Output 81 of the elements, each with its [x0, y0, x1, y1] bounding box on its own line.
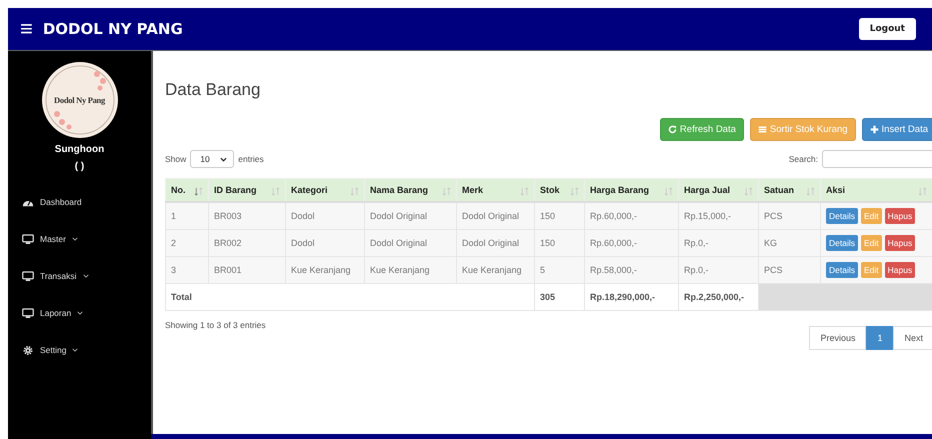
- column-header[interactable]: Satuan: [758, 178, 820, 202]
- monitor-icon: [22, 234, 34, 244]
- logo-text: Dodol Ny Pang: [54, 95, 105, 105]
- caret-icon: [77, 311, 84, 315]
- sidebar-item[interactable]: Transaksi: [22, 269, 151, 283]
- table-info: Showing 1 to 3 of 3 entries: [165, 320, 266, 330]
- table-cell: 3: [166, 256, 208, 284]
- column-header[interactable]: Aksi: [820, 178, 932, 202]
- page-button[interactable]: 1: [866, 326, 894, 350]
- entries-label: entries: [238, 154, 264, 164]
- table-cell: Dodol Original: [456, 202, 534, 230]
- details-button[interactable]: Details: [826, 208, 858, 224]
- table-cell: 150: [534, 202, 584, 230]
- column-header[interactable]: Nama Barang: [364, 178, 456, 202]
- gear-icon: [22, 344, 34, 356]
- page-button[interactable]: Previous: [809, 326, 866, 350]
- table-cell: Rp.60,000,-: [584, 230, 678, 256]
- table-cell: Dodol Original: [364, 202, 456, 230]
- column-header[interactable]: Kategori: [286, 178, 364, 202]
- table-cell: PCS: [758, 202, 820, 230]
- sidebar-item[interactable]: Dashboard: [22, 195, 151, 209]
- table-cell: 150: [534, 230, 584, 256]
- table-cell: Dodol Original: [456, 230, 534, 256]
- user-name: Sunghoon: [54, 144, 104, 155]
- table-cell: Dodol: [286, 230, 364, 256]
- caret-icon: [72, 348, 78, 352]
- sidebar-item[interactable]: Master: [22, 232, 151, 246]
- caret-icon: [82, 274, 89, 278]
- table-cell: BR003: [208, 202, 286, 230]
- action-button[interactable]: Insert Data: [862, 118, 932, 141]
- page-button[interactable]: Next: [893, 326, 932, 350]
- table-cell: KG: [758, 230, 820, 256]
- sidebar-item[interactable]: Setting: [22, 343, 151, 357]
- brand-title: DODOL NY PANG: [42, 20, 183, 38]
- table-cell: Kue Keranjang: [456, 256, 534, 284]
- search-field[interactable]: [822, 150, 932, 168]
- search-label: Search:: [788, 154, 818, 164]
- column-header[interactable]: Harga Jual: [678, 178, 758, 202]
- table-cell: Rp.0,-: [678, 256, 758, 284]
- column-header[interactable]: Merk: [456, 178, 534, 202]
- user-role: ( ): [74, 161, 84, 172]
- monitor-icon: [22, 308, 34, 318]
- total-label: Total: [166, 284, 534, 310]
- table-cell: Rp.58,000,-: [584, 256, 678, 284]
- delete-button[interactable]: Hapus: [884, 235, 916, 251]
- show-label: Show: [165, 154, 186, 164]
- table-cell: Rp.0,-: [678, 230, 758, 256]
- caret-icon: [72, 237, 78, 241]
- total-cell: Rp.18,290,000,-: [584, 284, 678, 310]
- column-header[interactable]: ID Barang: [208, 178, 286, 202]
- table-cell: BR002: [208, 230, 286, 256]
- delete-button[interactable]: Hapus: [884, 208, 916, 224]
- chevron-icon: [220, 156, 228, 162]
- logout-button[interactable]: Logout: [858, 18, 916, 40]
- entries-select[interactable]: 10: [190, 150, 234, 168]
- refresh-icon: [668, 125, 677, 134]
- page-title: Data Barang: [165, 80, 262, 100]
- table-cell: 2: [166, 230, 208, 256]
- total-cell: 305: [534, 284, 584, 310]
- details-button[interactable]: Details: [826, 262, 858, 278]
- table-cell: Rp.60,000,-: [584, 202, 678, 230]
- table-cell: Kue Keranjang: [286, 256, 364, 284]
- table-cell: Dodol Original: [364, 230, 456, 256]
- details-button[interactable]: Details: [826, 235, 858, 251]
- monitor-icon: [22, 270, 34, 282]
- sidebar-item[interactable]: Laporan: [22, 306, 151, 320]
- table-cell: BR001: [208, 256, 286, 284]
- column-header[interactable]: Harga Barang: [584, 178, 678, 202]
- table-cell: Kue Keranjang: [364, 256, 456, 284]
- table-cell: Rp.15,000,-: [678, 202, 758, 230]
- menu-icon[interactable]: ≡: [20, 18, 33, 40]
- total-cell: Rp.2,250,000,-: [678, 284, 758, 310]
- table-cell: 5: [534, 256, 584, 284]
- table-cell: 1: [166, 202, 208, 230]
- list-icon: [758, 125, 767, 134]
- table-cell: PCS: [758, 256, 820, 284]
- delete-button[interactable]: Hapus: [884, 262, 916, 278]
- plus-icon: [870, 125, 879, 134]
- column-header[interactable]: Stok: [534, 178, 584, 202]
- table-cell: Dodol: [286, 202, 364, 230]
- column-header[interactable]: No.: [166, 178, 208, 202]
